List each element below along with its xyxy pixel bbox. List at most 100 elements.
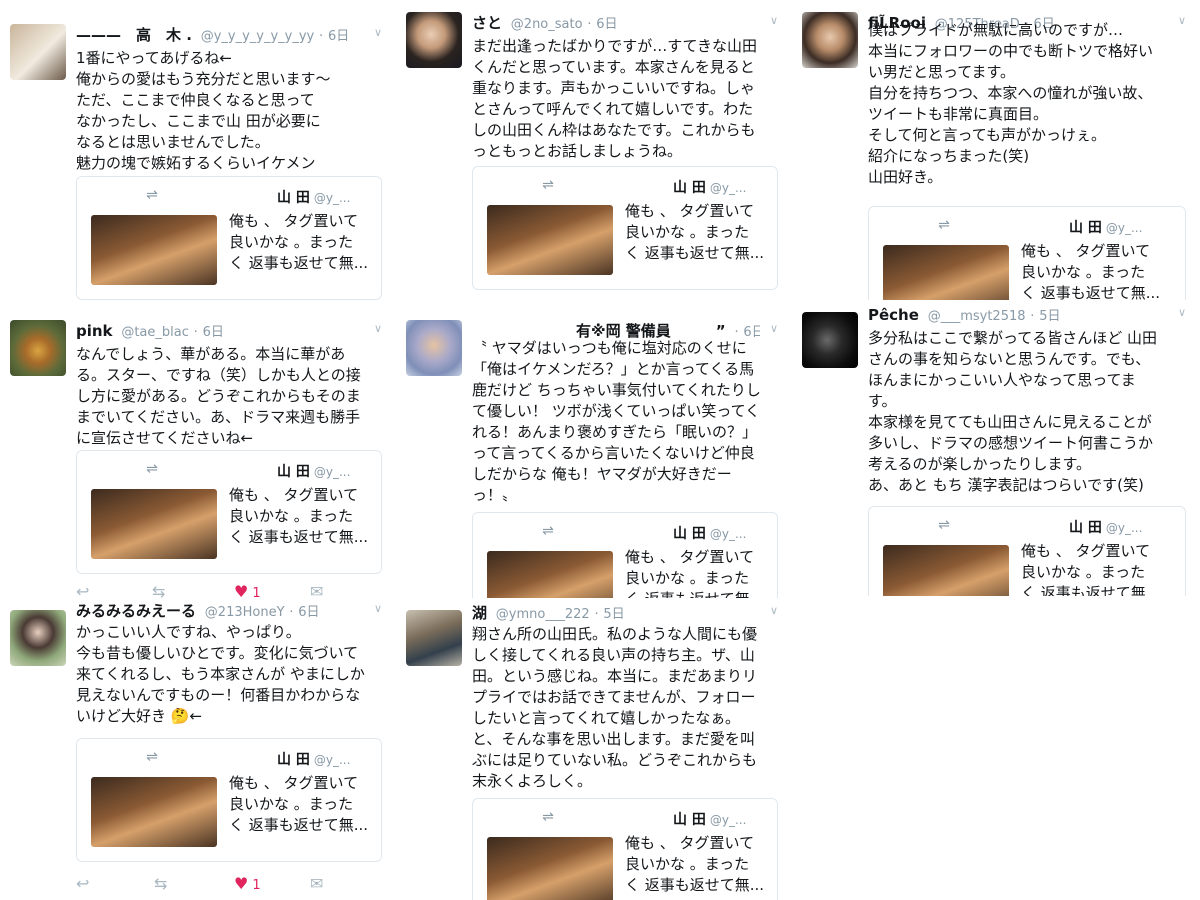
reply-icon[interactable]: ↩	[76, 874, 89, 894]
tweet-header: みるみるみえーる @213HoneY · 6日	[76, 600, 364, 622]
tweet-text: かっこいい人ですね、やっぱり。 今も昔も優しいひとです。変化に気づいて 来てくれ…	[76, 623, 365, 725]
author-name[interactable]: ——— 高 木 .	[76, 26, 192, 44]
author-name[interactable]: みるみるみえーる	[76, 602, 196, 620]
reply-icon[interactable]: ↩	[76, 582, 89, 598]
tweet-card[interactable]: 湖 @ymno___222 · 5日 ∨ 翔さん所の山田氏。私のような人間にも優…	[396, 598, 792, 900]
retweet-icon: ⇌	[542, 177, 554, 193]
chevron-down-icon[interactable]: ∨	[370, 602, 386, 616]
quoted-author-name: 山 田	[673, 526, 706, 542]
quoted-author-handle: @y_...	[709, 527, 747, 541]
quoted-tweet[interactable]: ⇌ 山 田@y_... 俺も 、 タグ置いて 良いかな 。まった く 返事も返せ…	[472, 166, 778, 290]
quoted-author-handle: @y_...	[1105, 521, 1143, 535]
tweet-text: 1番にやってあげるね← 俺からの愛はもう充分だと思います〜 ただ、ここまで仲良く…	[76, 49, 331, 172]
tweet-actions: ↩ ⇆ ♥ 1 ✉	[76, 582, 376, 598]
tweet-card[interactable]: ——— 高 木 . @y_y_y_y_y_y_yy · 6日 ∨ 1番にやってあ…	[0, 12, 396, 302]
separator: ·	[594, 607, 599, 622]
quoted-tweet[interactable]: ⇌ 山 田@y_... 俺も 、 タグ置いて 良いかな 。まった く 返事も返せ…	[76, 176, 382, 300]
tweet-header: さと @2no_sato · 6日	[472, 12, 760, 34]
retweet-icon: ⇌	[146, 187, 158, 203]
avatar[interactable]	[10, 320, 66, 376]
quoted-thumbnail[interactable]	[91, 777, 217, 847]
timestamp[interactable]: 6日	[596, 17, 617, 32]
quoted-thumbnail[interactable]	[883, 245, 1009, 300]
quoted-text: 俺も 、 タグ置いて 良いかな 。まった く 返事も返せて無...	[625, 202, 765, 262]
timestamp[interactable]: 5日	[1039, 309, 1060, 324]
quoted-tweet[interactable]: ⇌ 山 田@y_... 俺も 、 タグ置いて 良いかな 。まった く 返事も返せ…	[472, 798, 778, 900]
retweet-icon: ⇌	[146, 749, 158, 765]
tweet-card[interactable]: Pêche @___msyt2518 · 5日 ∨ 多分私はここで繋がってる皆さ…	[792, 300, 1200, 596]
tweet-card[interactable]: さと @2no_sato · 6日 ∨ まだ出逢ったばかりですが…すてきな山田 …	[396, 0, 792, 300]
tweet-header: pink @tae_blac · 6日	[76, 320, 364, 342]
quoted-author: 山 田 @y_...	[1069, 217, 1184, 237]
author-handle[interactable]: @ymno___222	[496, 607, 590, 622]
quoted-thumbnail[interactable]	[487, 205, 613, 275]
timestamp[interactable]: 5日	[603, 607, 624, 622]
retweet-icon[interactable]: ⇆	[154, 874, 167, 894]
quoted-tweet[interactable]: ⇌ 山 田@y_... 俺も 、 タグ置いて 良いかな 。まった く 返事も返せ…	[76, 738, 382, 862]
avatar[interactable]	[802, 312, 858, 368]
author-name[interactable]: さと	[472, 14, 502, 32]
chevron-down-icon[interactable]: ∨	[766, 14, 782, 28]
author-handle[interactable]: @213HoneY	[205, 605, 285, 620]
chevron-down-icon[interactable]: ∨	[766, 604, 782, 618]
tweet-header: 湖 @ymno___222 · 5日	[472, 602, 760, 624]
timestamp[interactable]: 6日	[328, 29, 349, 44]
separator: ·	[193, 325, 198, 340]
author-handle[interactable]: @tae_blac	[121, 325, 189, 340]
quoted-tweet[interactable]: ⇌ 山 田@y_... 俺も 、 タグ置いて 良いかな 。まった く 返事も返せ…	[472, 512, 778, 598]
quoted-thumbnail[interactable]	[487, 551, 613, 598]
like-count: 1	[252, 878, 261, 893]
tweet-header: ——— 高 木 . @y_y_y_y_y_y_yy · 6日	[76, 24, 364, 46]
quoted-thumbnail[interactable]	[91, 489, 217, 559]
chevron-down-icon[interactable]: ∨	[370, 322, 386, 336]
quoted-tweet[interactable]: ⇌ 山 田@y_... 俺も 、 タグ置いて 良いかな 。まった く 返事も返せ…	[868, 506, 1186, 596]
avatar[interactable]	[10, 610, 66, 666]
heart-icon[interactable]: ♥ 1	[234, 582, 261, 598]
quoted-author: 山 田 @y_...	[277, 461, 381, 481]
author-name[interactable]: Pêche	[868, 306, 919, 324]
author-handle[interactable]: @y_y_y_y_y_y_yy	[201, 29, 315, 44]
chevron-down-icon[interactable]: ∨	[1174, 306, 1190, 320]
quoted-text: 俺も 、 タグ置いて 良いかな 。まった く 返事も返せて無...	[1021, 242, 1161, 300]
timestamp[interactable]: 6日	[203, 325, 224, 340]
quoted-author-handle: @y_...	[313, 465, 351, 479]
quoted-text: 俺も 、 タグ置いて 良いかな 。まった く 返事も返せて無...	[625, 834, 765, 894]
avatar[interactable]	[406, 12, 462, 68]
timestamp[interactable]: 6日	[298, 605, 319, 620]
author-handle[interactable]: @___msyt2518	[928, 309, 1026, 324]
quoted-author-name: 山 田	[673, 180, 706, 196]
tweet-header: Pêche @___msyt2518 · 5日	[868, 304, 1168, 326]
avatar[interactable]	[406, 610, 462, 666]
quoted-author: 山 田 @y_...	[673, 809, 777, 829]
chevron-down-icon[interactable]: ∨	[370, 26, 386, 40]
quoted-thumbnail[interactable]	[883, 545, 1009, 596]
retweet-icon[interactable]: ⇆	[152, 582, 165, 598]
quoted-tweet[interactable]: ⇌ 山 田@y_... 俺も 、 タグ置いて 良いかな 。まった く 返事も返せ…	[868, 206, 1186, 300]
tweet-text: まだ出逢ったばかりですが…すてきな山田 くんだと思っています。本家さんを見ると …	[472, 37, 758, 160]
tweet-card[interactable]: みるみるみえーる @213HoneY · 6日 ∨ かっこいい人ですね、やっぱり…	[0, 598, 396, 900]
quoted-text: 俺も 、 タグ置いて 良いかな 。まった く 返事も返せて無...	[1021, 542, 1161, 596]
tweet-card[interactable]: pink @tae_blac · 6日 ∨ なんでしょう、華がある。本当に華があ…	[0, 308, 396, 598]
tweet-card[interactable]: 有※岡 警備員 ” · 6日 ∨ 〝 ヤマダはいっつも俺に塩対応のくせに 「俺は…	[396, 308, 792, 598]
quoted-author-handle: @y_...	[1105, 221, 1143, 235]
avatar[interactable]	[10, 24, 66, 80]
heart-glyph: ♥	[234, 582, 249, 598]
heart-icon[interactable]: ♥ 1	[234, 874, 261, 896]
quoted-thumbnail[interactable]	[91, 215, 217, 285]
quoted-author-name: 山 田	[277, 464, 310, 480]
avatar[interactable]	[802, 12, 858, 68]
author-handle[interactable]: @2no_sato	[511, 17, 583, 32]
author-name[interactable]: 湖	[472, 604, 487, 622]
separator: ·	[319, 29, 324, 44]
tweet-card[interactable]: fiL̃Rooi @125ThreaD · 6日 ∨ 僕はプライドが無駄に高いの…	[792, 0, 1200, 300]
retweet-icon: ⇌	[938, 517, 950, 533]
quoted-thumbnail[interactable]	[487, 837, 613, 900]
quoted-tweet[interactable]: ⇌ 山 田@y_... 俺も 、 タグ置いて 良いかな 。まった く 返事も返せ…	[76, 450, 382, 574]
chevron-down-icon[interactable]: ∨	[766, 322, 782, 336]
avatar[interactable]	[406, 320, 462, 376]
quoted-author-handle: @y_...	[709, 813, 747, 827]
author-name[interactable]: pink	[76, 322, 113, 340]
dm-icon[interactable]: ✉	[310, 582, 323, 598]
separator: ·	[587, 17, 592, 32]
dm-icon[interactable]: ✉	[310, 874, 323, 894]
